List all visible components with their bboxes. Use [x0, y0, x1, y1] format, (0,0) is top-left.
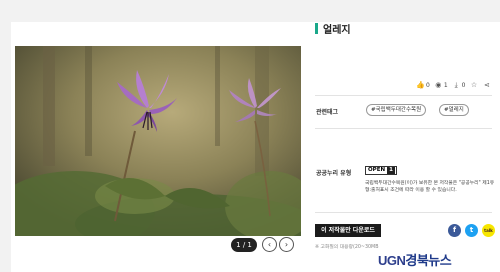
thumbs-up-icon: 👍: [416, 80, 425, 89]
tags-label: 관련태그: [316, 109, 339, 116]
like-count: 0: [426, 81, 430, 89]
facebook-icon[interactable]: f: [448, 224, 461, 237]
watermark-brand: UGN: [378, 253, 406, 268]
katakuri-photo: [15, 46, 301, 236]
download-button[interactable]: 이 저작물만 다운로드: [315, 224, 381, 237]
kogl-open-text: OPEN: [368, 167, 386, 173]
title-accent-bar: [315, 23, 318, 34]
chevron-left-icon: ‹: [267, 240, 272, 249]
stats-bar: 👍 0 ◉ 1 ⤓ 0 ☆ ⋖: [416, 80, 491, 90]
divider: [315, 212, 492, 213]
download-count: 0: [461, 81, 466, 89]
download-icon: ⤓: [454, 80, 458, 89]
next-button[interactable]: ›: [279, 237, 294, 252]
divider: [315, 95, 492, 96]
watermark-name: 경북뉴스: [405, 253, 452, 268]
page-title: 얼레지: [323, 25, 351, 36]
tag-chip[interactable]: #국립백두대간수목원: [366, 104, 427, 116]
share-icon[interactable]: ⋖: [482, 81, 491, 90]
view-count: 1: [443, 81, 448, 89]
tag-chip[interactable]: #얼레지: [439, 104, 469, 116]
license-label: 공공누리 유형: [316, 170, 352, 177]
twitter-icon[interactable]: t: [465, 224, 478, 237]
chevron-right-icon: ›: [284, 240, 289, 249]
page-counter: 1 / 1: [231, 238, 257, 252]
eye-icon: ◉: [435, 80, 442, 89]
kogl-badge: OPEN 1: [365, 166, 397, 175]
photo-viewer[interactable]: [15, 46, 301, 236]
publisher-watermark: UGN경북뉴스: [378, 250, 452, 269]
prev-button[interactable]: ‹: [262, 237, 277, 252]
star-icon[interactable]: ☆: [469, 81, 478, 90]
kakaotalk-icon[interactable]: talk: [482, 224, 495, 237]
like-stat[interactable]: 👍 0: [416, 81, 430, 90]
download-stat: ⤓ 0: [452, 81, 466, 90]
view-stat: ◉ 1: [434, 80, 448, 90]
download-notice: ※ 고화질의 대용량(20~30MB: [315, 245, 379, 250]
divider: [315, 128, 492, 129]
kogl-type-text: 1: [387, 167, 395, 174]
license-description: 국립백두대간수목원(이)가 보유한 본 저작물은 "공공누리" 제1유형:출처표…: [365, 181, 495, 193]
